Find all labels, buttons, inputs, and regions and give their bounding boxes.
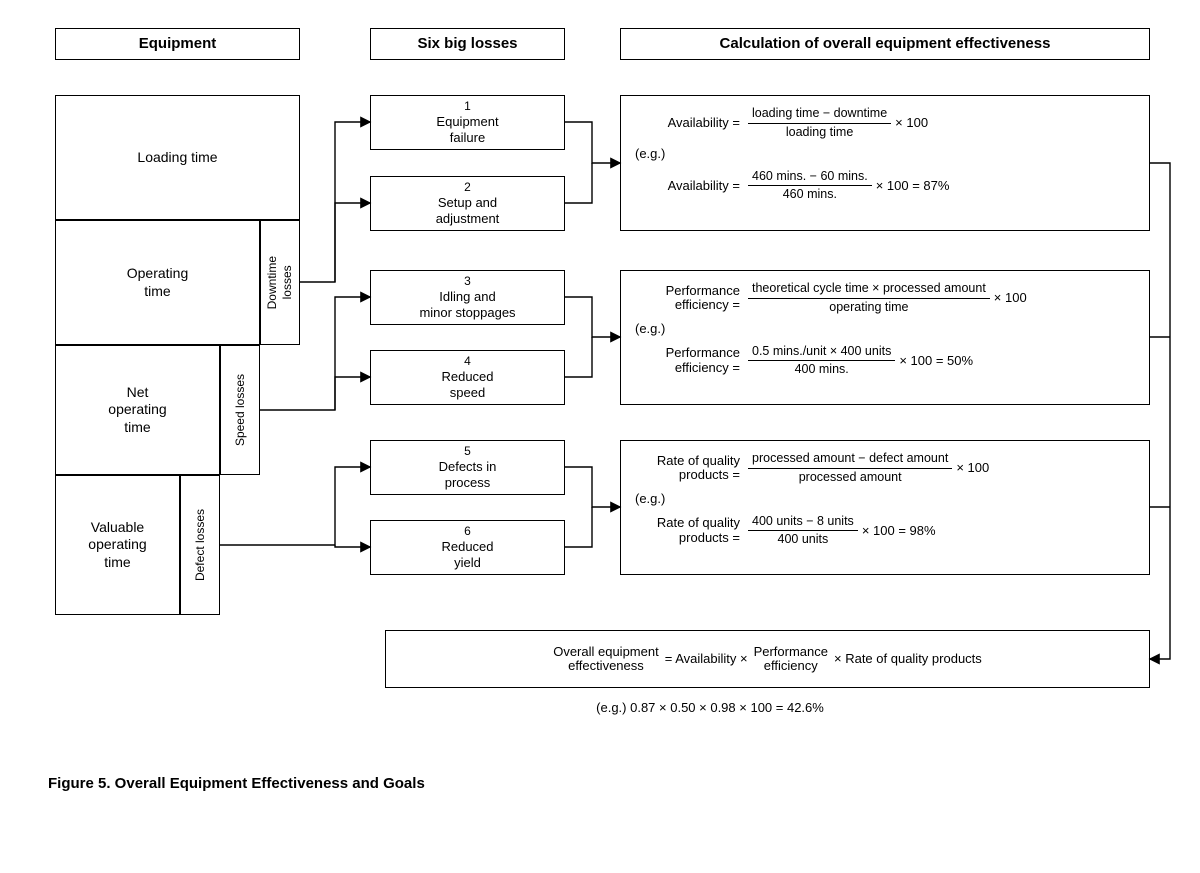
oee-lhs: Overall equipment effectiveness [553, 645, 659, 674]
calc2-eg: (e.g.) [635, 321, 665, 337]
calc2-f2top: 0.5 mins./unit × 400 units [748, 344, 895, 362]
calc1-tail1: × 100 [895, 115, 928, 131]
calc-oee: Overall equipment effectiveness = Availa… [385, 630, 1150, 688]
calc1-f2top: 460 mins. − 60 mins. [748, 169, 872, 187]
calc3-f1top: processed amount − defect amount [748, 451, 952, 469]
label-downtime-losses-text: Downtime losses [265, 256, 295, 309]
loss-3-label: Idling and minor stoppages [419, 289, 515, 322]
figure-caption: Figure 5. Overall Equipment Effectivenes… [48, 775, 425, 792]
loss-4-label: Reduced speed [441, 369, 493, 402]
loss-4-reduced-speed: 4 Reduced speed [370, 350, 565, 405]
block-operating-time: Operating time [55, 220, 260, 345]
loss-6-num: 6 [464, 524, 471, 539]
calc1-f1top: loading time − downtime [748, 106, 891, 124]
loss-1-equipment-failure: 1 Equipment failure [370, 95, 565, 150]
calc-performance: Performance efficiency = theoretical cyc… [620, 270, 1150, 405]
block-valuable-operating-time: Valuable operating time [55, 475, 180, 615]
calc2-tail1: × 100 [994, 290, 1027, 306]
calc2-f2bot: 400 mins. [748, 361, 895, 378]
loss-2-setup-adjustment: 2 Setup and adjustment [370, 176, 565, 231]
calc2-f1bot: operating time [748, 299, 990, 316]
calc-quality: Rate of quality products = processed amo… [620, 440, 1150, 575]
label-defect-losses: Defect losses [180, 475, 220, 615]
calc1-lhs2: Availability = [635, 178, 740, 194]
calc1-tail2: × 100 = 87% [876, 178, 950, 194]
loss-1-num: 1 [464, 99, 471, 114]
calc3-lhs2: Rate of quality products = [635, 516, 740, 545]
oee-eq: = Availability × [665, 651, 748, 667]
label-defect-losses-text: Defect losses [193, 509, 208, 581]
loss-1-label: Equipment failure [436, 114, 498, 147]
loss-3-num: 3 [464, 274, 471, 289]
loss-6-label: Reduced yield [441, 539, 493, 572]
label-downtime-losses: Downtime losses [260, 220, 300, 345]
header-equipment: Equipment [55, 28, 300, 60]
loss-2-num: 2 [464, 180, 471, 195]
block-loading-time: Loading time [55, 95, 300, 220]
loss-4-num: 4 [464, 354, 471, 369]
loss-2-label: Setup and adjustment [436, 195, 500, 228]
diagram-page: Equipment Six big losses Calculation of … [0, 0, 1200, 873]
calc3-tail2: × 100 = 98% [862, 523, 936, 539]
loss-3-idling: 3 Idling and minor stoppages [370, 270, 565, 325]
loss-5-defects: 5 Defects in process [370, 440, 565, 495]
calc3-lhs: Rate of quality products = [635, 454, 740, 483]
calc1-f1bot: loading time [748, 124, 891, 141]
loss-6-reduced-yield: 6 Reduced yield [370, 520, 565, 575]
calc1-eg: (e.g.) [635, 146, 665, 162]
calc3-tail1: × 100 [956, 460, 989, 476]
calc1-f2bot: 460 mins. [748, 186, 872, 203]
header-calc: Calculation of overall equipment effecti… [620, 28, 1150, 60]
calc2-lhs: Performance efficiency = [635, 284, 740, 313]
oee-mid: Performance efficiency [754, 645, 828, 674]
label-speed-losses-text: Speed losses [233, 374, 248, 446]
calc3-f2bot: 400 units [748, 531, 858, 548]
loss-5-num: 5 [464, 444, 471, 459]
label-speed-losses: Speed losses [220, 345, 260, 475]
calc2-lhs2: Performance efficiency = [635, 346, 740, 375]
oee-example: (e.g.) 0.87 × 0.50 × 0.98 × 100 = 42.6% [500, 700, 920, 715]
calc-availability: Availability = loading time − downtimelo… [620, 95, 1150, 231]
calc3-f1bot: processed amount [748, 469, 952, 486]
calc3-eg: (e.g.) [635, 491, 665, 507]
calc1-lhs: Availability = [635, 115, 740, 131]
calc2-tail2: × 100 = 50% [899, 353, 973, 369]
oee-tail: × Rate of quality products [834, 651, 982, 667]
calc2-f1top: theoretical cycle time × processed amoun… [748, 281, 990, 299]
loss-5-label: Defects in process [439, 459, 497, 492]
header-losses: Six big losses [370, 28, 565, 60]
block-net-operating-time: Net operating time [55, 345, 220, 475]
calc3-f2top: 400 units − 8 units [748, 514, 858, 532]
